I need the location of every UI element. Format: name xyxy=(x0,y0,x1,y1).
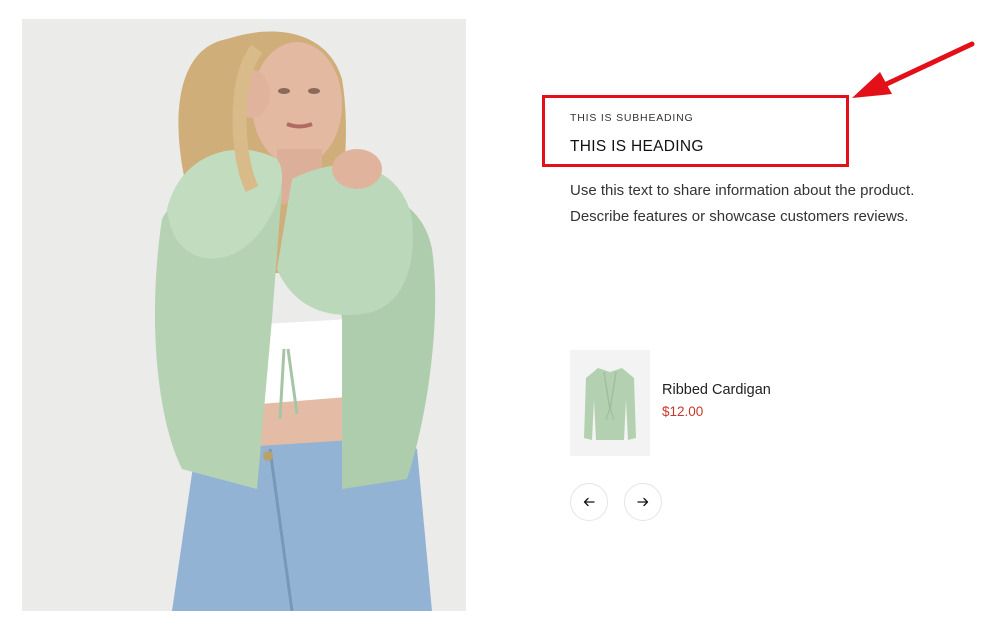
previous-button[interactable] xyxy=(570,483,608,521)
next-button[interactable] xyxy=(624,483,662,521)
product-section: THIS IS SUBHEADING THIS IS HEADING Use t… xyxy=(0,0,996,630)
product-thumbnail[interactable] xyxy=(570,350,650,456)
arrow-right-icon xyxy=(637,497,649,507)
model-wearing-cardigan-image xyxy=(22,19,466,611)
description: Use this text to share information about… xyxy=(570,182,915,225)
annotation-arrow-icon xyxy=(852,41,975,98)
product-price: $12.00 xyxy=(662,404,704,419)
annotation-highlight-box xyxy=(542,95,849,167)
arrow-left-icon xyxy=(583,497,595,507)
product-name[interactable]: Ribbed Cardigan xyxy=(662,382,771,398)
